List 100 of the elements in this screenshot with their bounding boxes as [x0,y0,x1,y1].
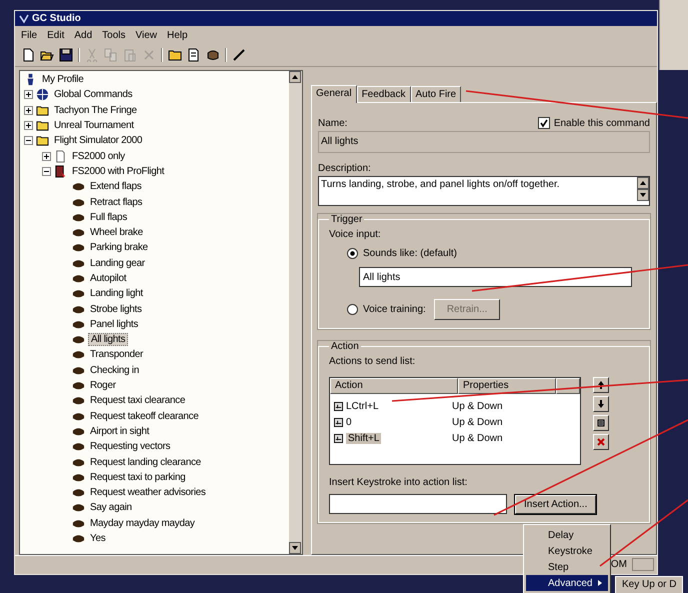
description-label: Description: [318,163,372,174]
menu-item[interactable]: Add [74,30,92,40]
tree-item[interactable]: Request taxi to parking [88,472,188,483]
tree-item[interactable]: Global Commands [52,89,134,100]
toolbar-doc-icon[interactable] [187,48,201,62]
globe-icon [36,88,49,102]
table-cell-text: Up & Down [451,400,504,412]
tree-item[interactable]: Say again [88,502,134,514]
tree-item[interactable]: Strobe lights [88,304,144,315]
tree-item[interactable]: Retract flaps [88,196,144,208]
insert-action-button[interactable]: Insert Action... [515,494,596,514]
document-icon [54,150,67,163]
menu-item[interactable]: File [21,30,38,40]
expander-icon[interactable] [42,166,51,176]
tree-item[interactable]: Request landing clearance [88,456,203,468]
move-down-button[interactable] [593,396,609,412]
expander-icon[interactable] [24,106,33,115]
sounds-like-field[interactable]: All lights [359,267,632,287]
tree-item[interactable]: Full flaps [88,212,130,223]
scroll-down-button[interactable] [289,542,301,554]
tree-item[interactable]: All lights [88,333,128,346]
close-icon [596,437,606,447]
actions-list-label: Actions to send list: [329,356,416,367]
table-cell-text: Up & Down [451,432,504,444]
status-pane [632,558,654,570]
tree-item[interactable]: FS2000 only [70,150,127,162]
tree-item[interactable]: Airport in sight [88,426,152,437]
menu-item[interactable]: Key Up or D [622,579,676,590]
background-window [659,0,688,70]
app-icon [19,14,29,24]
tree-item[interactable]: Roger [88,380,118,392]
table-cell-text: Up & Down [451,416,504,428]
expander-icon[interactable] [24,136,33,146]
voice-input-label: Voice input: [329,229,382,240]
tree-item[interactable]: Landing light [88,288,145,300]
list-row[interactable]: LCtrl+L [346,400,379,412]
tree-item[interactable]: Requesting vectors [88,441,172,452]
expander-icon[interactable] [24,121,33,130]
tree-item[interactable]: Request taxi clearance [88,395,188,406]
radio-circle-icon[interactable] [347,248,358,259]
tab[interactable]: Feedback [356,86,410,102]
delete-button[interactable] [593,434,609,450]
tree-item[interactable]: FS2000 with ProFlight [70,166,166,177]
tree-item[interactable]: Mayday mayday mayday [88,518,197,529]
move-up-button[interactable] [593,377,609,393]
tree-item[interactable]: Unreal Tournament [52,120,136,132]
tree-item[interactable]: Wheel brake [88,227,145,238]
menu-item[interactable]: Edit [47,30,64,40]
toolbar-new-icon[interactable] [21,48,35,62]
enable-checkbox[interactable]: Enable this command [538,117,650,129]
list-row[interactable]: Shift+L [346,432,382,444]
list-icon [596,418,606,428]
tree-item[interactable]: Tachyon The Fringe [52,104,139,116]
expander-icon[interactable] [42,152,51,161]
column-header[interactable] [556,378,580,394]
folder-icon [36,119,49,132]
name-field[interactable]: All lights [318,131,650,153]
tree-item[interactable]: Panel lights [88,318,140,330]
tab[interactable]: Auto Fire [410,86,462,102]
menu-item[interactable]: Help [167,30,188,40]
description-field[interactable]: Turns landing, strobe, and panel lights on/off together. [318,176,650,206]
tree-item[interactable]: Checking in [88,364,141,376]
scroll-down-button[interactable] [637,189,649,201]
list-row[interactable]: 0 [346,416,352,428]
tree-item[interactable]: Transponder [88,349,146,360]
tree-item[interactable]: Autopilot [88,273,128,284]
menu-item[interactable]: Advanced [526,575,608,591]
scrollbar[interactable] [289,71,302,554]
menu-item[interactable]: Delay [526,527,608,543]
toolbar-command-icon[interactable] [206,48,220,62]
radio-circle-icon[interactable] [347,304,358,315]
radio-button[interactable]: Sounds like: (default) [329,248,639,259]
folder-icon [36,104,49,117]
tree-item[interactable]: Landing gear [88,258,147,269]
toolbar-save-icon[interactable] [59,48,73,62]
menu-item[interactable]: Keystroke [526,543,608,559]
scroll-up-button[interactable] [289,71,301,83]
keystroke-field[interactable] [329,494,507,514]
menu-item[interactable]: Step [526,559,608,575]
expander-icon[interactable] [24,90,33,100]
tree-item[interactable]: Parking brake [88,242,150,254]
tree-item[interactable]: Flight Simulator 2000 [52,135,144,146]
tree-item[interactable]: My Profile [40,74,86,86]
edit-button[interactable] [593,415,609,431]
menu-item[interactable]: Tools [102,30,126,40]
toolbar-folder-icon[interactable] [168,48,182,62]
tab[interactable]: General [311,85,357,103]
tree-item[interactable]: Yes [88,533,108,544]
arrow-up-icon [596,380,606,390]
menu-item[interactable]: View [136,30,158,40]
radio-button[interactable]: Voice training: [329,304,426,315]
tree-item[interactable]: Request takeoff clearance [88,410,201,422]
tree-item[interactable]: Extend flaps [88,181,144,192]
tree-item[interactable]: Request weather advisories [88,487,208,498]
key-icon [334,434,343,442]
checkbox-square-icon[interactable] [538,117,550,129]
column-header[interactable]: Action [330,378,458,394]
column-header[interactable]: Properties [458,378,556,394]
scroll-up-button[interactable] [637,177,649,189]
actions-list[interactable]: Action Properties LCtrl+L Up & Down 0 Up & Down Shift+L Up & Down [329,377,581,465]
